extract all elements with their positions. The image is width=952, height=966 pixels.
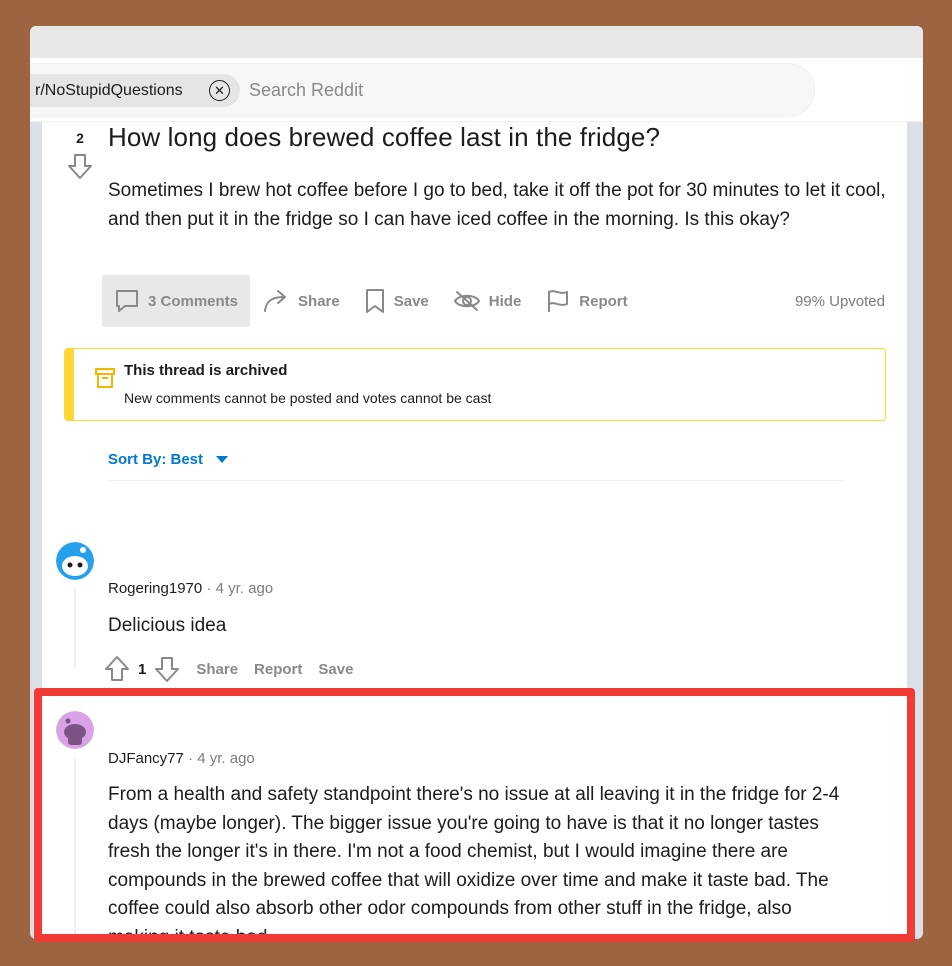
report-label: Report xyxy=(579,292,628,310)
comment-meta: Rogering1970 · 4 yr. ago xyxy=(108,580,274,597)
downvote-icon[interactable] xyxy=(67,152,93,180)
bookmark-icon xyxy=(365,289,384,313)
post-actions: 3 Comments Share Save Hide Report xyxy=(102,275,640,327)
comment-actions: 1 Share Report Save xyxy=(104,655,353,683)
community-filter-chip[interactable]: r/NoStupidQuestions ✕ xyxy=(30,74,240,107)
hide-label: Hide xyxy=(488,292,522,310)
comment-time: 4 yr. ago xyxy=(215,580,274,597)
caret-down-icon xyxy=(216,456,229,463)
comment-meta: DJFancy77 · 4 yr. ago xyxy=(108,750,255,767)
browser-chrome xyxy=(30,26,923,58)
archive-box-icon xyxy=(95,368,115,388)
comment-share-button[interactable]: Share xyxy=(196,661,238,678)
flag-icon xyxy=(548,290,569,312)
share-icon xyxy=(264,290,287,312)
avatar[interactable] xyxy=(56,542,94,580)
downvote-icon[interactable] xyxy=(154,655,180,683)
comments-label: 3 Comments xyxy=(148,292,239,310)
divider xyxy=(108,480,844,481)
sort-label: Sort By: Best xyxy=(108,451,204,468)
save-label: Save xyxy=(393,292,429,310)
comment-icon xyxy=(116,290,138,312)
post-title: How long does brewed coffee last in the … xyxy=(108,122,661,152)
comment-author[interactable]: Rogering1970 xyxy=(108,580,202,597)
eye-slash-icon xyxy=(453,291,480,311)
share-button[interactable]: Share xyxy=(250,275,352,327)
report-button[interactable]: Report xyxy=(533,275,639,327)
hide-button[interactable]: Hide xyxy=(441,275,534,327)
save-button[interactable]: Save xyxy=(352,275,441,327)
community-chip-label: r/NoStupidQuestions xyxy=(35,81,183,99)
post-card: 2 How long does brewed coffee last in th… xyxy=(42,122,907,939)
comment-score: 1 xyxy=(138,660,147,678)
archived-subtitle: New comments cannot be posted and votes … xyxy=(124,390,492,406)
search-bar[interactable]: r/NoStupidQuestions ✕ Search Reddit xyxy=(30,63,815,117)
archived-title: This thread is archived xyxy=(124,362,288,379)
browser-window: r/NoStupidQuestions ✕ Search Reddit 2 Ho… xyxy=(30,26,923,939)
reddit-header: r/NoStupidQuestions ✕ Search Reddit xyxy=(30,58,923,122)
thread-line[interactable] xyxy=(74,758,76,939)
comment-body: Delicious idea xyxy=(108,615,227,636)
vote-count: 2 xyxy=(76,130,84,146)
comment-author[interactable]: DJFancy77 xyxy=(108,750,184,767)
sort-dropdown[interactable]: Sort By: Best xyxy=(108,451,229,468)
upvote-icon[interactable] xyxy=(104,655,130,683)
upvote-ratio: 99% Upvoted xyxy=(794,293,885,310)
share-label: Share xyxy=(298,292,340,310)
comment-body: From a health and safety standpoint ther… xyxy=(108,784,840,939)
comments-button[interactable]: 3 Comments xyxy=(102,275,251,327)
thread-line[interactable] xyxy=(74,588,76,668)
archived-notice: This thread is archived New comments can… xyxy=(64,348,886,421)
close-icon[interactable]: ✕ xyxy=(209,80,230,101)
avatar[interactable] xyxy=(56,711,94,749)
comment-time: 4 yr. ago xyxy=(197,750,255,767)
comment-save-button[interactable]: Save xyxy=(318,661,353,678)
comment-report-button[interactable]: Report xyxy=(254,661,302,678)
post-body: Sometimes I brew hot coffee before I go … xyxy=(108,180,886,230)
search-input[interactable]: Search Reddit xyxy=(249,80,363,101)
vote-column: 2 xyxy=(60,130,100,185)
